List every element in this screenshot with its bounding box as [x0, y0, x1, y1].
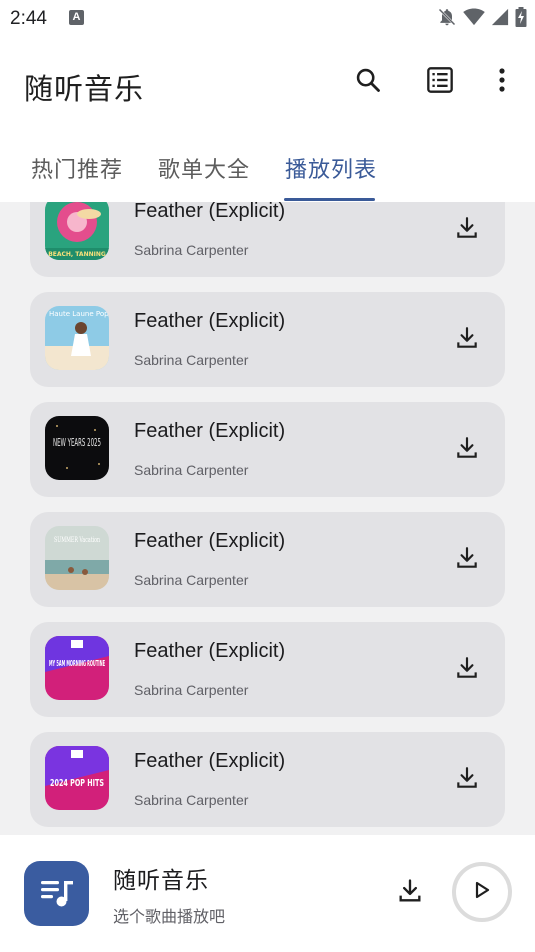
- more-vert-icon: [498, 67, 506, 97]
- status-time: 2:44: [10, 8, 47, 29]
- download-icon: [396, 877, 424, 909]
- song-artist: Sabrina Carpenter: [134, 792, 249, 808]
- cover-text: MY 5AM MORNING ROUTINE: [49, 659, 105, 668]
- play-icon: [472, 880, 492, 904]
- song-artist: Sabrina Carpenter: [134, 572, 249, 588]
- beach-cover: BEACH, TANNING: [45, 202, 109, 260]
- download-icon: [454, 765, 480, 795]
- download-icon: [454, 215, 480, 245]
- download-icon: [454, 325, 480, 355]
- download-button[interactable]: [449, 545, 484, 575]
- notification-badge: A: [69, 10, 84, 25]
- search-icon: [354, 66, 382, 98]
- search-button[interactable]: [348, 62, 388, 102]
- song-title: Feather (Explicit): [134, 420, 286, 442]
- new-years-cover: NEW YEARS 2025: [45, 416, 109, 480]
- status-icons: [437, 7, 527, 27]
- summer-cover: SUMMER Vacation: [45, 526, 109, 590]
- wifi-icon: [463, 8, 485, 26]
- song-artist: Sabrina Carpenter: [134, 682, 249, 698]
- list-item[interactable]: 2024 POP HITS Feather (Explicit) Sabrina…: [30, 732, 505, 827]
- pop-hits-cover: 2024 POP HITS: [45, 746, 109, 810]
- song-artist: Sabrina Carpenter: [134, 352, 249, 368]
- list-item[interactable]: MY 5AM MORNING ROUTINE Feather (Explicit…: [30, 622, 505, 717]
- cover-text: SUMMER Vacation: [54, 536, 100, 544]
- player-title: 随听音乐: [113, 868, 209, 894]
- tab-hot-recommend[interactable]: 热门推荐: [31, 152, 123, 184]
- app-bar: 随听音乐: [0, 36, 535, 132]
- download-icon: [454, 655, 480, 685]
- list-item[interactable]: SUMMER Vacation Feather (Explicit) Sabri…: [30, 512, 505, 607]
- song-title: Feather (Explicit): [134, 202, 286, 222]
- list-item[interactable]: BEACH, TANNING Feather (Explicit) Sabrin…: [30, 202, 505, 277]
- battery-charging-icon: [515, 7, 527, 27]
- cover-text: BEACH, TANNING: [48, 251, 106, 258]
- tab-indicator: [284, 198, 375, 201]
- player-artwork: [24, 861, 89, 926]
- tab-playlists[interactable]: 歌单大全: [158, 152, 250, 184]
- song-artist: Sabrina Carpenter: [134, 242, 249, 258]
- music-note-icon: [37, 872, 77, 916]
- tab-bar: 热门推荐 歌单大全 播放列表: [0, 132, 535, 202]
- player-download-button[interactable]: [394, 877, 426, 909]
- cell-signal-icon: [491, 8, 509, 26]
- song-title: Feather (Explicit): [134, 640, 286, 662]
- list-item[interactable]: NEW YEARS 2025 Feather (Explicit) Sabrin…: [30, 402, 505, 497]
- player-subtitle: 选个歌曲播放吧: [113, 907, 226, 926]
- notifications-off-icon: [437, 7, 457, 27]
- download-button[interactable]: [449, 325, 484, 355]
- song-title: Feather (Explicit): [134, 530, 286, 552]
- song-artist: Sabrina Carpenter: [134, 462, 249, 478]
- song-title: Feather (Explicit): [134, 310, 286, 332]
- app-title: 随听音乐: [24, 72, 145, 106]
- playlist[interactable]: BEACH, TANNING Feather (Explicit) Sabrin…: [0, 202, 535, 835]
- download-button[interactable]: [449, 435, 484, 465]
- playlist-icon: [426, 66, 454, 98]
- download-button[interactable]: [449, 215, 484, 245]
- more-options-button[interactable]: [482, 62, 522, 102]
- cover-text: Haute Laune Pop: [49, 310, 109, 318]
- play-button[interactable]: [452, 862, 512, 922]
- morning-cover: MY 5AM MORNING ROUTINE: [45, 636, 109, 700]
- list-item[interactable]: Haute Laune Pop Feather (Explicit) Sabri…: [30, 292, 505, 387]
- download-icon: [454, 435, 480, 465]
- playlist-button[interactable]: [420, 62, 460, 102]
- cover-text: 2024 POP HITS: [50, 778, 104, 789]
- pop-cover: Haute Laune Pop: [45, 306, 109, 370]
- cover-text: NEW YEARS 2025: [53, 436, 101, 449]
- download-button[interactable]: [449, 765, 484, 795]
- mini-player[interactable]: 随听音乐 选个歌曲播放吧: [0, 835, 535, 952]
- status-bar: 2:44 A: [0, 0, 535, 36]
- download-icon: [454, 545, 480, 575]
- tab-play-queue[interactable]: 播放列表: [285, 152, 377, 184]
- download-button[interactable]: [449, 655, 484, 685]
- song-title: Feather (Explicit): [134, 750, 286, 772]
